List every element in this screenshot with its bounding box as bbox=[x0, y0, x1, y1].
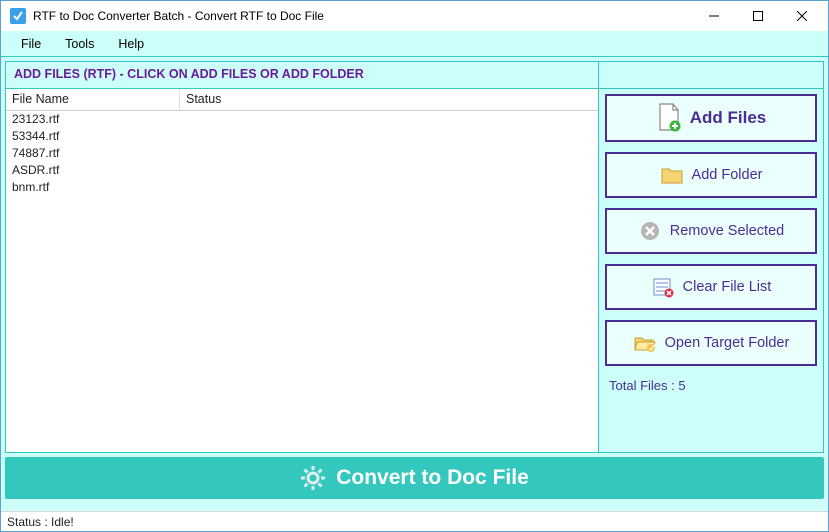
add-files-button[interactable]: Add Files bbox=[605, 94, 817, 142]
app-window: RTF to Doc Converter Batch - Convert RTF… bbox=[0, 0, 829, 532]
remove-icon bbox=[638, 219, 662, 243]
clear-list-icon bbox=[651, 275, 675, 299]
minimize-button[interactable] bbox=[692, 2, 736, 30]
total-files-label: Total Files : 5 bbox=[605, 376, 817, 395]
open-target-label: Open Target Folder bbox=[665, 335, 790, 351]
convert-label: Convert to Doc File bbox=[336, 466, 529, 490]
side-panel: Add Files Add Folder Remove Selected bbox=[599, 89, 824, 453]
header-row: ADD FILES (RTF) - CLICK ON ADD FILES OR … bbox=[5, 61, 824, 89]
remove-selected-button[interactable]: Remove Selected bbox=[605, 208, 817, 254]
convert-button[interactable]: Convert to Doc File bbox=[5, 457, 824, 499]
add-files-label: Add Files bbox=[690, 108, 767, 128]
list-body[interactable]: 23123.rtf 53344.rtf 74887.rtf ASDR.rtf b… bbox=[6, 111, 598, 452]
file-list-panel: File Name Status 23123.rtf 53344.rtf 748… bbox=[5, 89, 599, 453]
list-item[interactable]: 23123.rtf bbox=[6, 111, 598, 128]
list-header: File Name Status bbox=[6, 89, 598, 111]
window-title: RTF to Doc Converter Batch - Convert RTF… bbox=[33, 9, 692, 23]
open-target-button[interactable]: Open Target Folder bbox=[605, 320, 817, 366]
list-item[interactable]: 74887.rtf bbox=[6, 145, 598, 162]
upper-panel: ADD FILES (RTF) - CLICK ON ADD FILES OR … bbox=[5, 61, 824, 453]
instruction-label: ADD FILES (RTF) - CLICK ON ADD FILES OR … bbox=[5, 61, 599, 89]
list-item[interactable]: 53344.rtf bbox=[6, 128, 598, 145]
folder-icon bbox=[660, 163, 684, 187]
app-icon bbox=[9, 7, 27, 25]
folder-open-icon bbox=[633, 331, 657, 355]
add-folder-button[interactable]: Add Folder bbox=[605, 152, 817, 198]
gear-icon bbox=[300, 465, 326, 491]
status-text: Status : Idle! bbox=[7, 515, 74, 529]
menu-tools[interactable]: Tools bbox=[55, 34, 104, 54]
remove-selected-label: Remove Selected bbox=[670, 223, 784, 239]
column-filename[interactable]: File Name bbox=[6, 89, 180, 110]
list-item[interactable]: bnm.rtf bbox=[6, 179, 598, 196]
menu-file[interactable]: File bbox=[11, 34, 51, 54]
close-button[interactable] bbox=[780, 2, 824, 30]
main-row: File Name Status 23123.rtf 53344.rtf 748… bbox=[5, 89, 824, 453]
column-status[interactable]: Status bbox=[180, 89, 598, 110]
clear-list-button[interactable]: Clear File List bbox=[605, 264, 817, 310]
document-add-icon bbox=[656, 103, 682, 133]
header-spacer bbox=[599, 61, 824, 89]
clear-list-label: Clear File List bbox=[683, 279, 772, 295]
list-item[interactable]: ASDR.rtf bbox=[6, 162, 598, 179]
add-folder-label: Add Folder bbox=[692, 167, 763, 183]
statusbar: Status : Idle! bbox=[1, 511, 828, 531]
menu-help[interactable]: Help bbox=[108, 34, 154, 54]
titlebar: RTF to Doc Converter Batch - Convert RTF… bbox=[1, 1, 828, 31]
menubar: File Tools Help bbox=[1, 31, 828, 57]
content-area: ADD FILES (RTF) - CLICK ON ADD FILES OR … bbox=[1, 57, 828, 511]
maximize-button[interactable] bbox=[736, 2, 780, 30]
